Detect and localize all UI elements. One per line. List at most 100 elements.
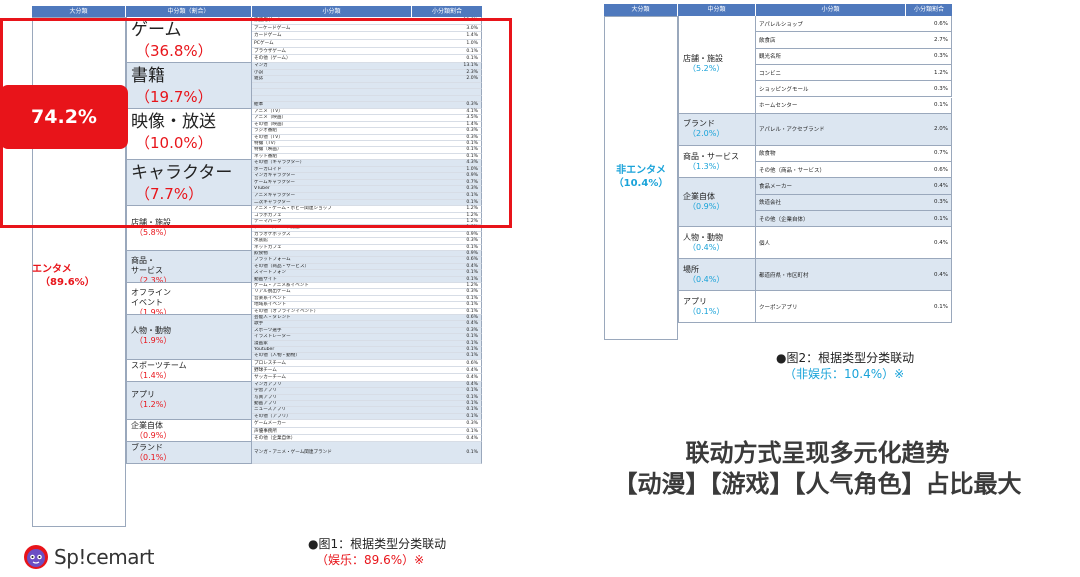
sub-category-ratio <box>411 96 481 102</box>
headline-line2: 【动漫】【游戏】【人气角色】占比最大 <box>613 470 1022 498</box>
mid-category-pct: （1.4%） <box>135 370 172 380</box>
sub-category-name: 飲食物 <box>254 251 268 256</box>
sub-category-ratio: 0.1% <box>466 276 478 282</box>
table-row: 絵本 0.3% <box>252 102 482 109</box>
sub-category-name: 雑誌 <box>254 76 264 82</box>
sub-category-ratio: 0.1% <box>466 407 478 413</box>
sub-category-ratio: 0.1% <box>466 346 478 352</box>
sub-category-name: ボーカロイド <box>254 166 282 172</box>
sub-category-ratio: 0.1% <box>466 394 478 400</box>
sub-category-ratio: 0.3% <box>934 53 948 60</box>
sub-category-name: ブラウザゲーム <box>254 48 287 54</box>
sub-category-ratio: 0.6% <box>466 315 478 320</box>
sub-category-ratio: 0.1% <box>466 334 478 340</box>
non-entertainment-category-label: 非エンタメ （10.4%） <box>604 164 678 190</box>
sub-category-name: その他（企業自体） <box>254 435 296 441</box>
table1-header-mid: 中分類（割合） <box>126 6 252 17</box>
sub-category-name: Youtuber <box>254 346 275 352</box>
sub-category-name: その他（商品・サービス） <box>759 167 826 174</box>
mid-category-pct: （19.7%） <box>135 88 213 106</box>
sub-category-name: 二次キャラクター <box>254 199 291 205</box>
sub-category-name: サッカーチーム <box>254 375 287 381</box>
sub-category-name: アニメ・ゲーム・ホビー関連ショップ <box>254 206 332 212</box>
sub-category-ratio: 0.1% <box>466 388 478 394</box>
table-row: 野球チーム 0.4% <box>252 367 482 375</box>
sub-category-name: 歌手 <box>254 321 264 327</box>
table-row: ネット番組 0.1% <box>252 153 482 161</box>
sub-category-name: 鉄道会社 <box>759 200 782 207</box>
mid-category-name: オフライン <box>131 288 171 297</box>
sub-category-name: ショッピングモール <box>759 86 809 93</box>
mid-category-cell: 人物・動物 （1.9%） <box>126 315 252 360</box>
table-row: その他（人物・動物） 0.1% <box>252 353 482 360</box>
sub-category-name: カードゲーム <box>254 33 282 39</box>
sub-category-ratio: 0.3% <box>466 238 478 244</box>
sub-category-ratio: 0.6% <box>466 257 478 263</box>
sub-category-name: コンビニ <box>759 70 782 77</box>
mid-category-cell: 場所 （0.4%） <box>678 259 756 292</box>
sub-category-ratio: 2.7% <box>934 36 948 43</box>
sub-category-ratio: 0.1% <box>466 308 478 314</box>
sub-category-name: PCゲーム <box>254 40 274 46</box>
sub-category-name: 芸能人・タレント <box>254 315 291 320</box>
sub-rows: 芸能人・タレント 0.6% 歌手 0.4% スポーツ選手 0.3% イラストレーター 0.1%… <box>252 315 482 360</box>
sub-category-name: ゲームメーカー <box>254 421 287 427</box>
mid-category-name: 商品・サービス <box>683 151 739 161</box>
highlight-badge: 74.2% <box>0 85 128 149</box>
table-row: 都道府県・市区町村 0.4% <box>756 259 952 292</box>
sub-rows: ゲームメーカー 0.3% 声優事務所 0.1% その他（企業自体） 0.4% <box>252 420 482 443</box>
table2-header-ratio: 小分類割合 <box>906 4 952 16</box>
sub-category-ratio: 0.4% <box>466 375 478 381</box>
mid-category-pct: （5.8%） <box>135 227 172 237</box>
sub-category-ratio: 0.1% <box>466 340 478 346</box>
sub-category-name: アニメキャラクター <box>254 193 296 198</box>
sub-category-name: リアル脱出ゲーム <box>254 289 291 295</box>
sub-category-name: 特撮（TV） <box>254 140 279 146</box>
sub-category-name: 動画サイト <box>254 276 277 282</box>
logo-face-icon <box>24 545 48 569</box>
caption-line2: （娱乐：89.6%）※ <box>316 553 425 567</box>
mid-category-name: 店舗・施設 <box>131 217 171 227</box>
mid-category-cell: オフライン イベント （1.9%） <box>126 283 252 315</box>
mid-category-pct: （36.8%） <box>135 42 213 60</box>
table-row: ホームセンター 0.1% <box>756 97 952 114</box>
sub-category-name: その他（アプリ） <box>254 413 291 419</box>
sub-category-name: プロレスチーム <box>254 360 287 366</box>
table2-header-major: 大分類 <box>604 4 678 16</box>
caption-line2: （非娱乐：10.4%）※ <box>784 367 905 381</box>
mid-category-pct: （10.0%） <box>135 134 213 152</box>
sub-category-ratio: 4.3% <box>466 160 478 166</box>
table-row: 鉄道会社 0.3% <box>756 194 952 211</box>
mid-category-cell: アプリ （1.2%） <box>126 381 252 421</box>
sub-category-name: マンガキャラクター <box>254 173 296 179</box>
sub-category-name: スポーツ選手 <box>254 327 282 333</box>
sub-category-name: 漫画家 <box>254 340 268 346</box>
table-row: 家庭用ゲーム 13.6% <box>252 17 482 25</box>
mid-category-cell: 商品・ サービス （2.3%） <box>126 251 252 283</box>
sub-category-ratio: 0.1% <box>466 450 478 456</box>
sub-rows: マンガ・アニメ・ゲーム関連ブランド 0.1% <box>252 442 482 465</box>
sub-category-name: アパレルショップ <box>759 21 803 28</box>
sub-category-ratio: 0.9% <box>466 251 478 256</box>
table-row: その他（オフラインイベント） 0.1% <box>252 308 482 315</box>
sub-category-ratio: 0.6% <box>934 20 948 27</box>
sub-category-name: 写真アプリ <box>254 394 277 400</box>
sub-category-ratio: 0.9% <box>466 231 478 237</box>
sub-category-name <box>252 83 411 89</box>
mid-category-pct: （2.0%） <box>688 129 725 139</box>
sub-category-ratio: 0.3% <box>934 85 948 92</box>
mid-category-name: ブランド <box>131 443 163 453</box>
mid-category-cell: 商品・サービス （1.3%） <box>678 145 756 179</box>
table-row: 飲食店 2.7% <box>756 32 952 49</box>
sub-category-ratio: 3.5% <box>466 115 478 121</box>
sub-category-ratio: 2.0% <box>466 76 478 82</box>
mid-category-name: 店舗・施設 <box>683 54 723 64</box>
sub-category-ratio: 0.1% <box>934 215 948 222</box>
caption-line1: ●图1：根据类型分类联动 <box>308 537 447 551</box>
sub-category-ratio: 1.2% <box>466 283 478 288</box>
sub-category-name: 小説 <box>254 69 264 75</box>
table-row: ブラウザゲーム 0.1% <box>252 47 482 56</box>
table-row: クーポンアプリ 0.1% <box>756 291 952 324</box>
sub-category-name: 絵本 <box>254 102 264 108</box>
sub-category-ratio: 0.1% <box>466 153 478 159</box>
